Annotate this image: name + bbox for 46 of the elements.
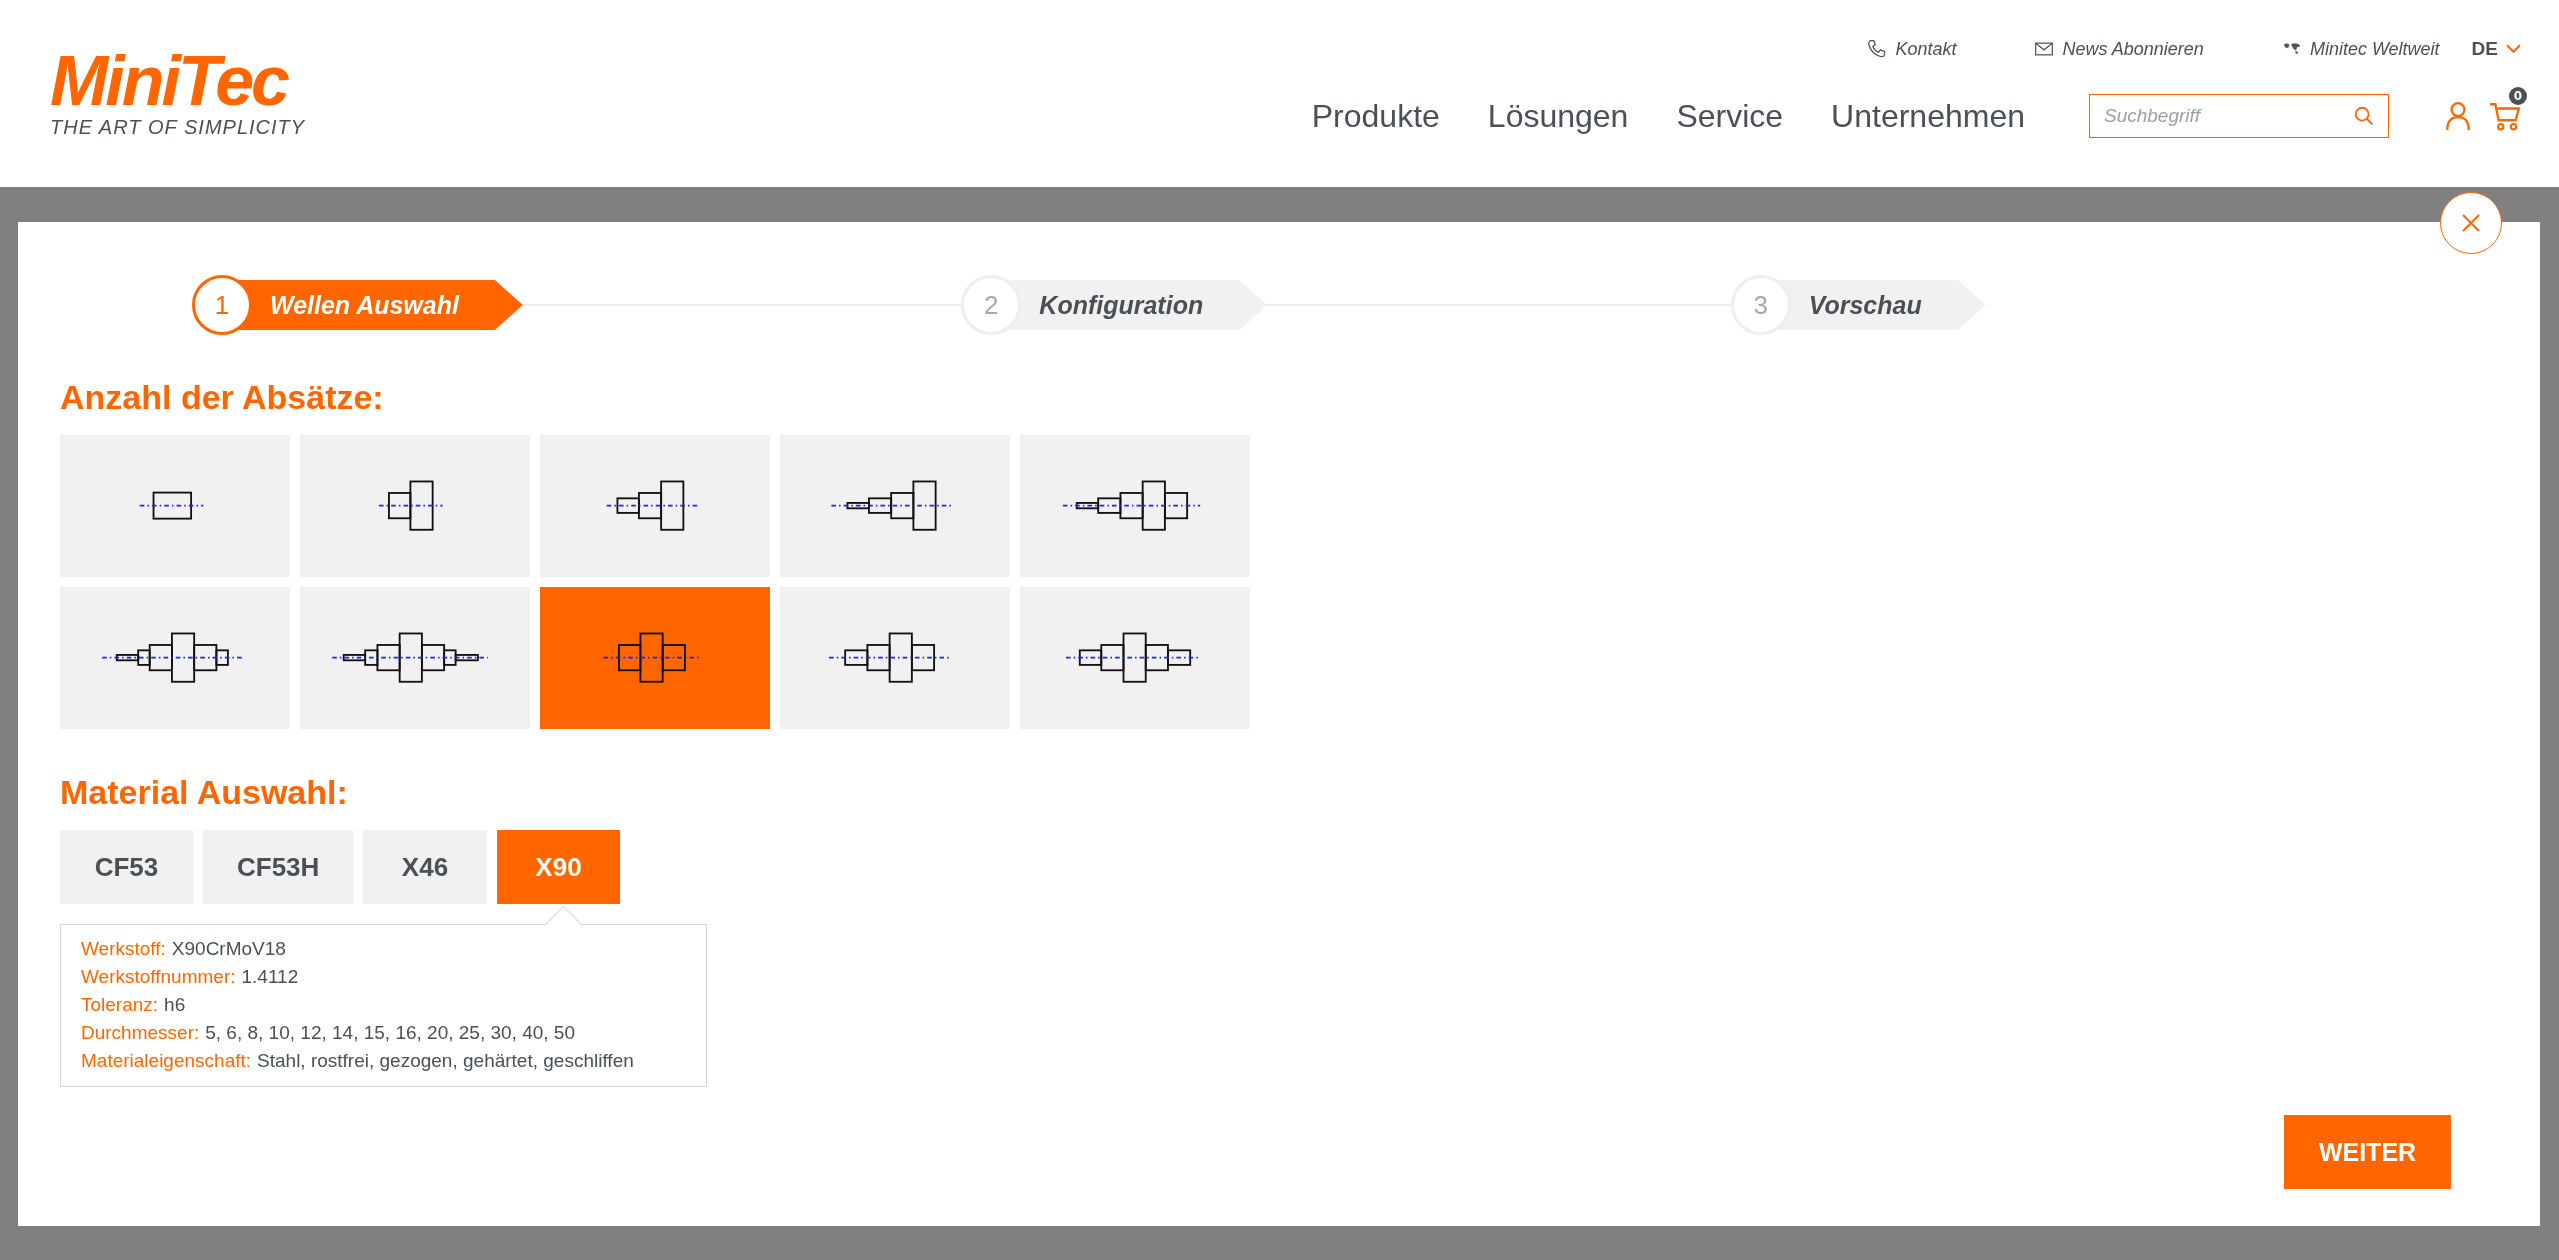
- detail-label: Toleranz:: [81, 993, 159, 1016]
- detail-value: 5, 6, 8, 10, 12, 14, 15, 16, 20, 25, 30, 40, 50: [205, 1021, 575, 1044]
- nav-link[interactable]: Lösungen: [1487, 97, 1629, 135]
- shaft-option-tile[interactable]: [300, 435, 530, 577]
- shaft-option-tile[interactable]: [1020, 435, 1250, 577]
- top-link[interactable]: Kontakt: [1895, 38, 1957, 60]
- detail-value: 1.4112: [241, 965, 299, 988]
- search-icon[interactable]: [2353, 105, 2375, 127]
- top-link[interactable]: News Abonnieren: [2062, 38, 2204, 60]
- user-icon[interactable]: [2445, 101, 2471, 131]
- language-selector[interactable]: DE: [2471, 38, 2498, 60]
- cart-icon[interactable]: [2489, 101, 2521, 131]
- search-field[interactable]: Suchbegriff: [2089, 94, 2389, 138]
- cart-count-badge: 0: [2509, 87, 2527, 105]
- material-option[interactable]: CF53H: [203, 830, 353, 904]
- shaft-option-tile[interactable]: [60, 435, 290, 577]
- shaft-option-tile[interactable]: [780, 435, 1010, 577]
- material-option[interactable]: X46: [363, 830, 487, 904]
- shaft-option-tile[interactable]: [60, 587, 290, 729]
- section-heading: Anzahl der Absätze:: [60, 378, 385, 417]
- nav-link[interactable]: Unternehmen: [1831, 97, 2025, 135]
- stepped-shaft-drawing: [138, 491, 205, 520]
- detail-value: X90CrMoV18: [171, 937, 286, 960]
- step-tab[interactable]: Konfiguration: [1007, 280, 1268, 330]
- detail-label: Werkstoff:: [81, 937, 166, 960]
- stepped-shaft-drawing: [378, 480, 444, 531]
- logo-tagline: THE ART OF SIMPLICITY: [50, 116, 306, 139]
- section-heading: Material Auswahl:: [60, 773, 349, 812]
- shaft-option-tile[interactable]: [1020, 587, 1250, 729]
- shaft-option-tile[interactable]: [540, 435, 770, 577]
- detail-label: Werkstoffnummer:: [81, 965, 236, 988]
- close-icon: [2461, 213, 2481, 233]
- step-tab[interactable]: Vorschau: [1776, 280, 1986, 330]
- shaft-option-tile[interactable]: [540, 587, 770, 729]
- shaft-option-tile[interactable]: [780, 587, 1010, 729]
- detail-value: Stahl, rostfrei, gezogen, gehärtet, geschliffen: [257, 1049, 634, 1072]
- detail-label: Durchmesser:: [81, 1021, 200, 1044]
- shaft-option-tile[interactable]: [300, 587, 530, 729]
- detail-label: Materialeigenschaft:: [81, 1049, 252, 1072]
- phone-icon: [1867, 39, 1888, 59]
- detail-value: h6: [164, 993, 186, 1016]
- top-link[interactable]: Minitec Weltweit: [2309, 38, 2440, 60]
- nav-link[interactable]: Produkte: [1311, 97, 1440, 135]
- material-option[interactable]: CF53: [60, 830, 193, 904]
- chevron-down-icon[interactable]: [2506, 44, 2521, 54]
- nav-link[interactable]: Service: [1676, 97, 1784, 135]
